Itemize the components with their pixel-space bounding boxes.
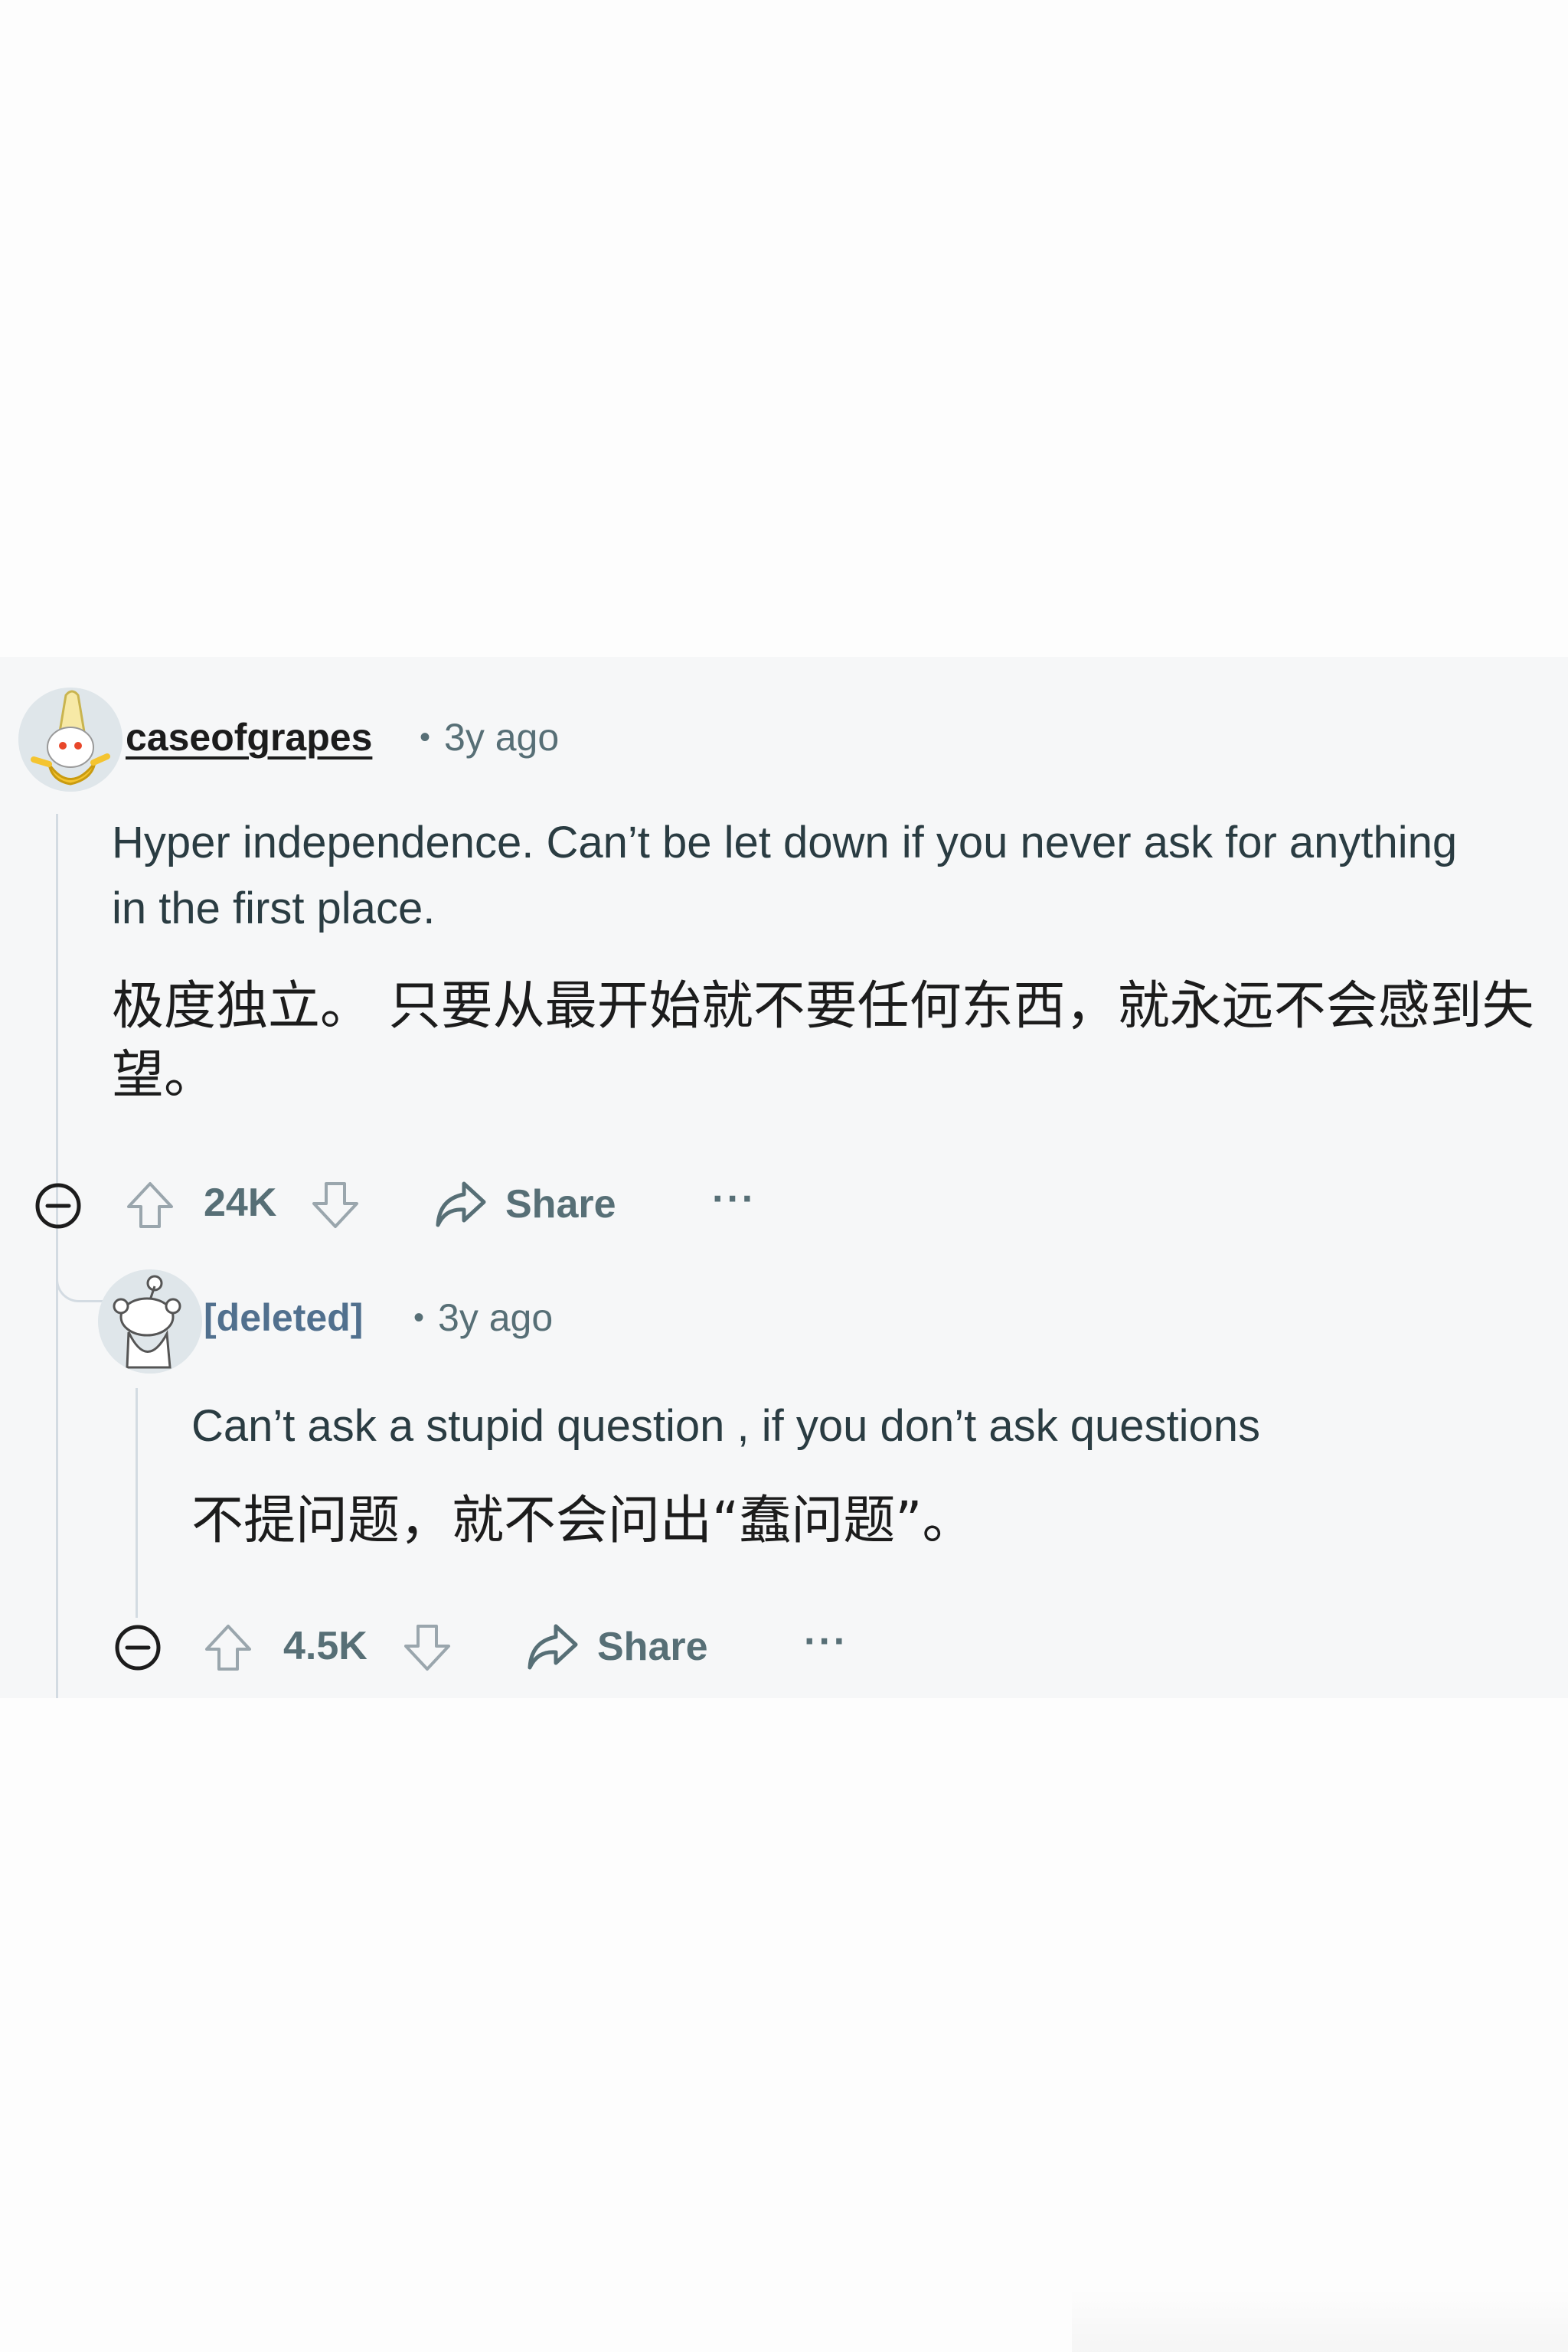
- username-link[interactable]: caseofgrapes: [126, 715, 372, 760]
- share-button[interactable]: Share: [433, 1179, 616, 1230]
- more-options-button[interactable]: ···: [712, 1176, 756, 1222]
- vote-count-text: 4.5K: [283, 1624, 368, 1668]
- minus-circle-icon: [35, 1183, 81, 1229]
- arrow-up-outline-icon: [127, 1182, 173, 1228]
- thread-line-reply[interactable]: [136, 1388, 138, 1618]
- snoo-default-avatar-icon: [98, 1269, 202, 1374]
- reply-body-en: Can’t ask a stupid question , if you don…: [191, 1401, 1261, 1451]
- ellipsis-icon: ···: [712, 1177, 756, 1221]
- arrow-up-outline-icon: [205, 1625, 251, 1671]
- share-label: Share: [597, 1625, 708, 1669]
- downvote-button[interactable]: [400, 1620, 455, 1675]
- collapse-button[interactable]: [34, 1181, 83, 1230]
- share-label: Share: [505, 1182, 616, 1227]
- reply-body-cn: 不提问题，就不会问出“蠢问题”。: [191, 1491, 975, 1551]
- vote-count: 4.5K: [283, 1623, 368, 1669]
- snoo-banana-avatar-icon: [18, 688, 122, 792]
- avatar[interactable]: [98, 1269, 202, 1374]
- comment-body-en: Hyper independence. Can’t be let down if…: [112, 818, 1458, 933]
- collapse-button[interactable]: [113, 1623, 162, 1672]
- arrow-down-outline-icon: [312, 1182, 358, 1228]
- comment-body-cn: 极度独立。 只要从最开始就不要任何东西，就永远不会感到失望。: [112, 976, 1534, 1106]
- deleted-username[interactable]: [deleted]: [204, 1295, 363, 1340]
- avatar[interactable]: [18, 688, 122, 792]
- separator-dot: •: [420, 720, 431, 754]
- upvote-button[interactable]: [201, 1620, 256, 1675]
- vote-count: 24K: [204, 1180, 276, 1226]
- ellipsis-icon: ···: [804, 1619, 848, 1664]
- comment-meta: • 3y ago: [413, 1295, 553, 1340]
- share-button[interactable]: Share: [525, 1622, 708, 1672]
- more-options-button[interactable]: ···: [804, 1619, 848, 1664]
- share-arrow-icon: [528, 1624, 578, 1670]
- page-corner-shadow: [1072, 2289, 1568, 2352]
- upvote-button[interactable]: [122, 1178, 178, 1233]
- timestamp[interactable]: 3y ago: [444, 716, 559, 759]
- comment-meta: • 3y ago: [420, 715, 559, 760]
- separator-dot: •: [413, 1301, 425, 1334]
- thread-elbow-reply: [56, 1254, 104, 1302]
- timestamp[interactable]: 3y ago: [438, 1296, 553, 1339]
- share-arrow-icon: [436, 1181, 486, 1227]
- arrow-down-outline-icon: [404, 1625, 450, 1671]
- downvote-button[interactable]: [308, 1178, 363, 1233]
- minus-circle-icon: [115, 1625, 161, 1671]
- vote-count-text: 24K: [204, 1181, 277, 1225]
